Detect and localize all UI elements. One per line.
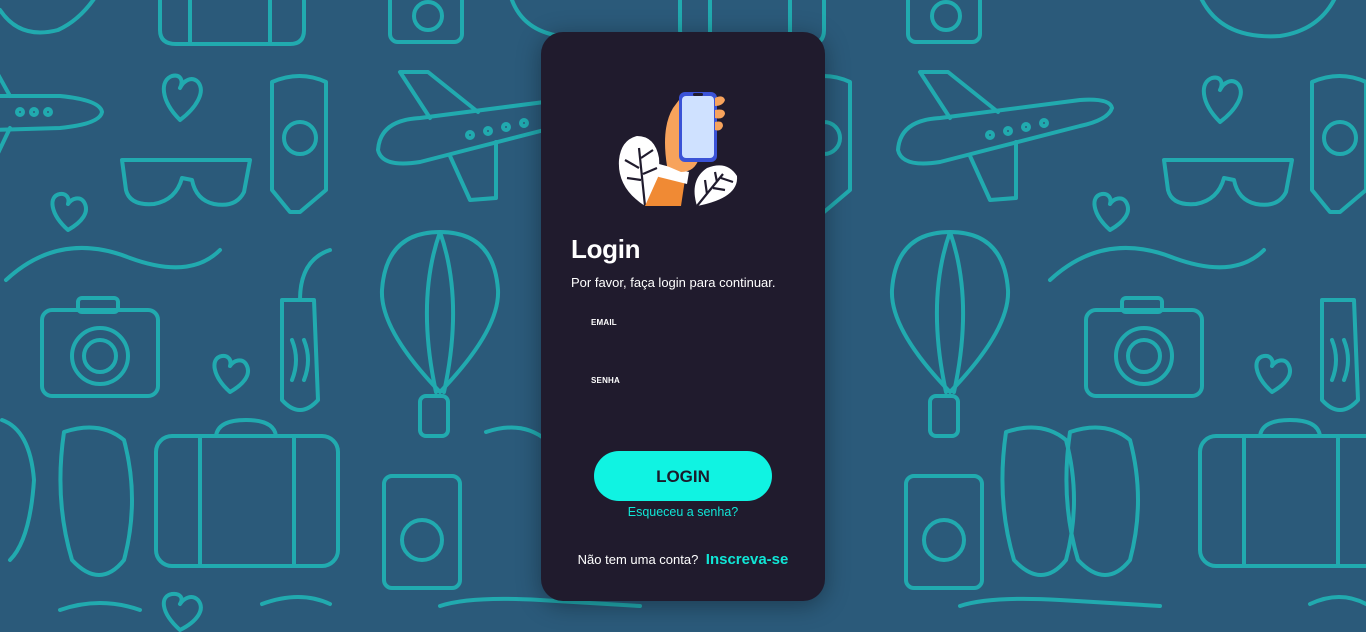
sunscreen-fragment [1308,595,1366,606]
no-account-text: Não tem uma conta? [577,552,699,567]
suitcase-icon [158,0,306,46]
suitcase-icon [154,418,340,568]
heart-icon [1254,353,1292,394]
forgot-password-link[interactable]: Esqueceu a senha? [541,505,825,519]
suitcase-icon [1198,418,1366,568]
page-subtitle: Por favor, faça login para continuar. [571,275,776,290]
luggage-strap [1199,0,1337,39]
hot-air-balloon-icon [379,230,501,438]
airplane-fragment [58,601,142,612]
signup-link[interactable]: Inscreva-se [706,551,789,568]
page-title: Login [571,234,641,264]
sunscreen-fragment [260,595,332,606]
login-button[interactable]: LOGIN [594,451,772,501]
heart-icon [50,191,88,232]
login-card: Login Por favor, faça login para continu… [541,32,825,601]
passport-icon [388,0,464,44]
luggage-tag-icon [0,0,562,38]
sunscreen-icon [1310,74,1366,214]
airplane-icon [896,70,1114,202]
luggage-tag-icon [1320,298,1360,412]
passport-icon [906,0,982,44]
passport-icon [904,474,984,590]
sunglasses-icon [120,158,252,207]
sunscreen-icon [270,74,328,214]
password-input[interactable] [571,390,799,418]
signup-row: Não tem uma conta? Inscreva-se [541,551,825,569]
luggage-tag-icon [280,248,332,412]
passport-icon [382,474,462,590]
camera-icon [4,246,222,398]
heart-icon [1092,191,1130,232]
leaf-icon [694,165,738,206]
email-input[interactable] [571,332,799,360]
heart-icon [161,591,203,632]
camera-icon [1048,246,1266,398]
email-label: EMAIL [591,318,617,327]
login-page: Login Por favor, faça login para continu… [0,0,1366,632]
password-label: SENHA [591,376,621,385]
hand-holding-phone-icon [618,92,738,206]
heart-icon [161,73,203,122]
airplane-icon [0,73,104,154]
heart-icon [1201,75,1243,124]
heart-icon [212,353,250,394]
hot-air-balloon-icon [889,230,1011,438]
sunglasses-icon [1162,158,1294,207]
